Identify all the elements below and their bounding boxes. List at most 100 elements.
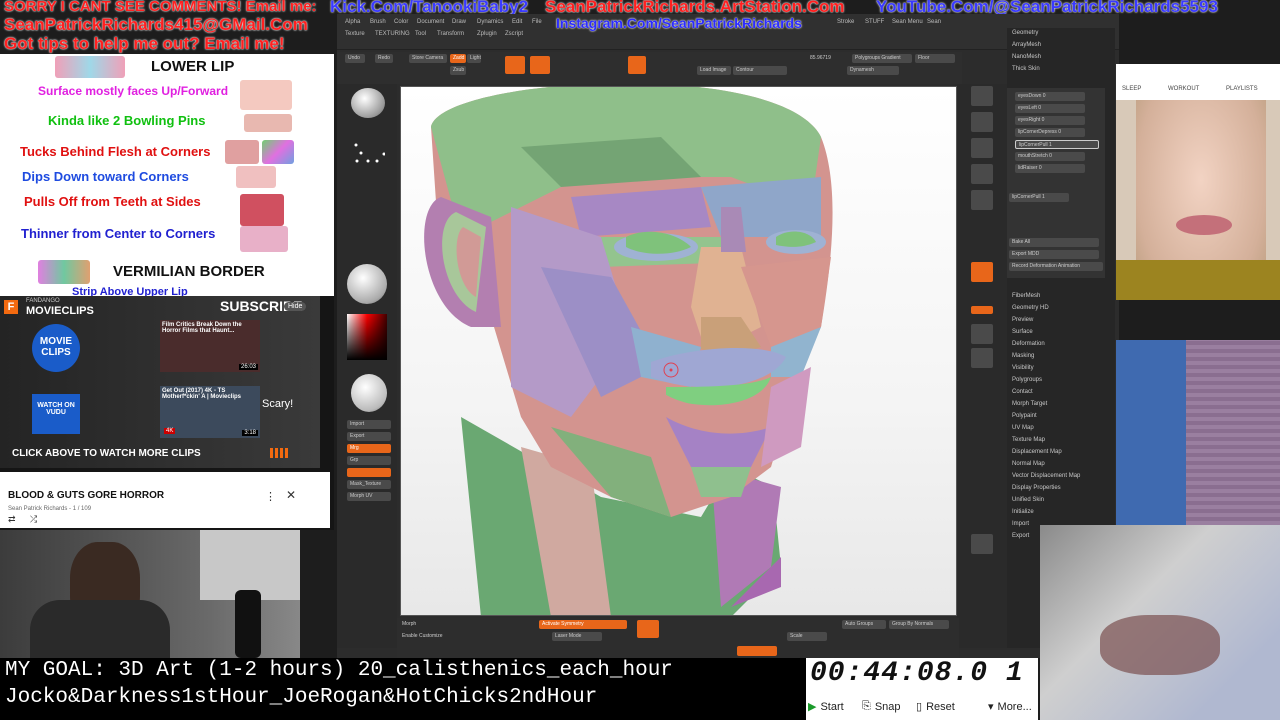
palette-arraymesh[interactable]: ArrayMesh (1012, 42, 1041, 48)
redo-button[interactable]: Redo (375, 54, 393, 63)
record-deformation-button[interactable]: Record Deformation Animation (1009, 262, 1103, 271)
laser-mode-button[interactable]: Laser Mode (552, 632, 602, 641)
palette-normal-map[interactable]: Normal Map (1012, 461, 1045, 467)
palette-displacement-map[interactable]: Displacement Map (1012, 449, 1062, 455)
palette-nanomesh[interactable]: NanoMesh (1012, 54, 1041, 60)
actual-button[interactable] (971, 164, 993, 184)
draw-mode-button[interactable] (530, 56, 550, 74)
grp-button[interactable]: Grp (347, 456, 391, 465)
slider-lip-corner-pull-2[interactable]: lipCornerPull 1 (1009, 193, 1069, 202)
export-button[interactable]: Export (347, 432, 391, 441)
slider-eyes-down[interactable]: eyesDown 0 (1015, 92, 1085, 101)
movieclips-endscreen[interactable]: F FANDANGO MOVIECLIPS SUBSCRIBE Hide MOV… (0, 296, 320, 468)
palette-vector-displacement-map[interactable]: Vector Displacement Map (1012, 473, 1080, 479)
palette-polygroups[interactable]: Polygroups (1012, 377, 1042, 383)
group-by-normals-button[interactable]: Group By Normals (889, 620, 949, 629)
playlist-title[interactable]: BLOOD & GUTS GORE HORROR (8, 490, 164, 501)
palette-surface[interactable]: Surface (1012, 329, 1033, 335)
menu-dynamics[interactable]: Dynamics (477, 19, 503, 25)
color-picker[interactable] (347, 314, 387, 360)
slider-mouth-stretch[interactable]: mouthStretch 0 (1015, 152, 1085, 161)
scale-button[interactable]: Scale (787, 632, 827, 641)
video-card-2[interactable]: Get Out (2017) 4K - TS Motherf*ckin' A |… (160, 386, 260, 438)
slider-eyes-right[interactable]: eyesRight 0 (1015, 116, 1085, 125)
material-thumbnail[interactable] (347, 264, 387, 304)
reset-button[interactable]: ▯ Reset (916, 700, 955, 714)
move-view-button[interactable] (971, 324, 993, 344)
loop-icon[interactable]: ⇄ (8, 514, 16, 525)
frame-button[interactable] (971, 348, 993, 368)
menu-sean-menu[interactable]: Sean Menu (892, 19, 923, 25)
edit-mode-button[interactable] (505, 56, 525, 74)
palette-unified-skin[interactable]: Unified Skin (1012, 497, 1044, 503)
palette-display-properties[interactable]: Display Properties (1012, 485, 1061, 491)
shuffle-icon[interactable]: ⤮ (30, 514, 37, 525)
palette-morph-target[interactable]: Morph Target (1012, 401, 1047, 407)
orange-bottom-button[interactable] (737, 646, 777, 656)
palette-masking[interactable]: Masking (1012, 353, 1034, 359)
slider-lip-corner-depress[interactable]: lipCornerDepress 0 (1015, 128, 1085, 137)
zoom-button[interactable] (971, 138, 993, 158)
bookmark-workout[interactable]: WORKOUT (1168, 86, 1199, 92)
transp-button[interactable] (971, 534, 993, 554)
more-button[interactable]: ▾ More... (988, 700, 1032, 714)
menu-sean[interactable]: Sean (927, 19, 941, 25)
vudu-badge[interactable]: WATCH ON VUDU (32, 394, 80, 434)
start-button[interactable]: ▶ Start (808, 700, 844, 714)
store-camera-button[interactable]: Store Camera (409, 54, 447, 63)
palette-import[interactable]: Import (1012, 521, 1029, 527)
movieclips-logo[interactable]: MOVIE CLIPS (32, 324, 80, 372)
menu-brush[interactable]: Brush (370, 19, 386, 25)
palette-geometry[interactable]: Geometry (1012, 30, 1038, 36)
undo-button[interactable]: Undo (345, 54, 365, 63)
bookmark-playlists[interactable]: PLAYLISTS (1226, 86, 1258, 92)
palette-visibility[interactable]: Visibility (1012, 365, 1034, 371)
mask-texture-button[interactable]: Mask_Texture (347, 480, 391, 489)
texture-thumbnail[interactable] (351, 374, 387, 412)
activate-symmetry-button[interactable]: Activate Symmetry (539, 620, 627, 629)
stroke-thumbnail[interactable] (351, 139, 386, 173)
menu-texturing[interactable]: TEXTURING (375, 31, 410, 37)
palette-fibermesh[interactable]: FiberMesh (1012, 293, 1040, 299)
menu-edit[interactable]: Edit (512, 19, 522, 25)
slider-lid-raiser[interactable]: lidRaiser 0 (1015, 164, 1085, 173)
menu-transform[interactable]: Transform (437, 31, 464, 37)
menu-zplugin[interactable]: Zplugin (477, 31, 497, 37)
floor-button[interactable]: Floor (915, 54, 955, 63)
auto-groups-button[interactable]: Auto Groups (842, 620, 886, 629)
snap-button[interactable]: ⎘ Snap (862, 700, 901, 713)
spix-button[interactable] (971, 112, 993, 132)
menu-texture[interactable]: Texture (345, 31, 365, 37)
bookmark-sleep[interactable]: SLEEP (1122, 86, 1141, 92)
bake-all-button[interactable]: Bake All (1009, 238, 1099, 247)
palette-uv-map[interactable]: UV Map (1012, 425, 1034, 431)
palette-export[interactable]: Export (1012, 533, 1029, 539)
xyz-button[interactable] (971, 306, 993, 314)
menu-stroke[interactable]: Stroke (837, 19, 854, 25)
palette-initialize[interactable]: Initialize (1012, 509, 1034, 515)
lights-button[interactable]: Lights (467, 54, 481, 63)
morph-uv-button[interactable]: Morph UV (347, 492, 391, 501)
menu-tool[interactable]: Tool (415, 31, 426, 37)
palette-contact[interactable]: Contact (1012, 389, 1033, 395)
zadd-button[interactable]: Zadd (450, 54, 466, 63)
palette-deformation[interactable]: Deformation (1012, 341, 1045, 347)
more-vert-icon[interactable]: ⋮ (265, 490, 276, 503)
palette-thick-skin[interactable]: Thick Skin (1012, 66, 1040, 72)
aahalf-button[interactable] (971, 190, 993, 210)
mrg-button[interactable]: Mrg (347, 444, 391, 453)
menu-zscript[interactable]: Zscript (505, 31, 523, 37)
menu-alpha[interactable]: Alpha (345, 19, 360, 25)
palette-geometry-hd[interactable]: Geometry HD (1012, 305, 1049, 311)
menu-color[interactable]: Color (394, 19, 408, 25)
load-image-button[interactable]: Load Image (697, 66, 731, 75)
slider-eyes-left[interactable]: eyesLeft 0 (1015, 104, 1085, 113)
persp-button[interactable] (971, 262, 993, 282)
sculpt-button[interactable] (628, 56, 646, 74)
import-button[interactable]: Import (347, 420, 391, 429)
slider-lip-corner-pull[interactable]: lipCornerPull 1 (1015, 140, 1099, 149)
bpr-button[interactable] (971, 86, 993, 106)
contour-button[interactable]: Contour (733, 66, 787, 75)
polygroups-gradient-button[interactable]: Polygroups Gradient (852, 54, 912, 63)
enable-customize-label[interactable]: Enable Customize (399, 632, 449, 641)
